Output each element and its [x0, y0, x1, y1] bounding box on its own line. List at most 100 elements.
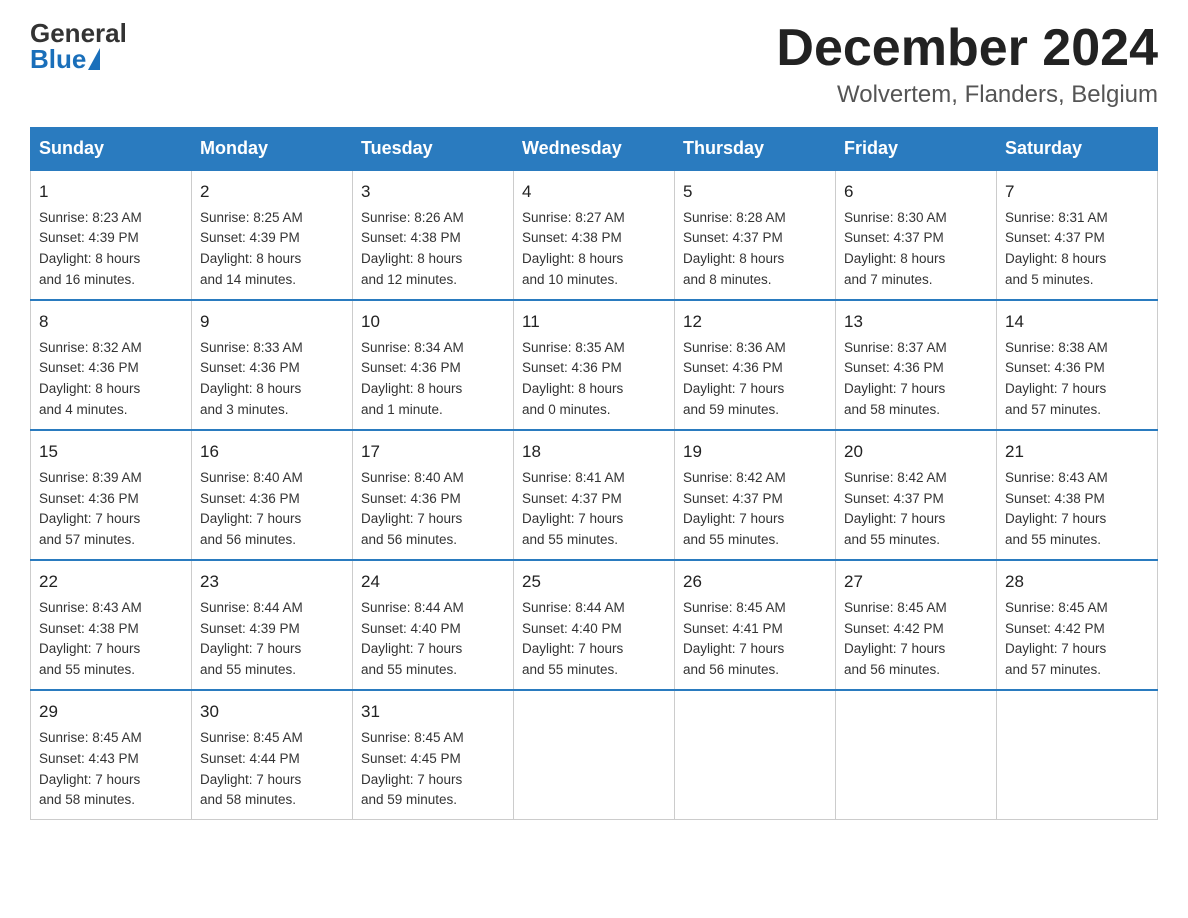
day-number: 14: [1005, 309, 1149, 335]
calendar-cell: 17 Sunrise: 8:40 AM Sunset: 4:36 PM Dayli…: [353, 430, 514, 560]
week-row: 8 Sunrise: 8:32 AM Sunset: 4:36 PM Daylig…: [31, 300, 1158, 430]
calendar-cell: 12 Sunrise: 8:36 AM Sunset: 4:36 PM Dayli…: [675, 300, 836, 430]
day-number: 25: [522, 569, 666, 595]
day-number: 15: [39, 439, 183, 465]
day-info: Sunrise: 8:44 AM Sunset: 4:40 PM Dayligh…: [522, 598, 666, 682]
day-number: 17: [361, 439, 505, 465]
day-number: 28: [1005, 569, 1149, 595]
day-info: Sunrise: 8:37 AM Sunset: 4:36 PM Dayligh…: [844, 338, 988, 422]
calendar-cell: 24Sunrise: 8:44 AM Sunset: 4:40 PM Dayli…: [353, 560, 514, 690]
calendar-cell: 8 Sunrise: 8:32 AM Sunset: 4:36 PM Daylig…: [31, 300, 192, 430]
day-number: 16: [200, 439, 344, 465]
month-title: December 2024: [776, 20, 1158, 77]
calendar-cell: 26Sunrise: 8:45 AM Sunset: 4:41 PM Dayli…: [675, 560, 836, 690]
day-number: 19: [683, 439, 827, 465]
week-row: 1 Sunrise: 8:23 AM Sunset: 4:39 PM Daylig…: [31, 170, 1158, 300]
header-cell-wednesday: Wednesday: [514, 128, 675, 171]
calendar-cell: 16 Sunrise: 8:40 AM Sunset: 4:36 PM Dayli…: [192, 430, 353, 560]
day-info: Sunrise: 8:43 AM Sunset: 4:38 PM Dayligh…: [39, 598, 183, 682]
location-title: Wolvertem, Flanders, Belgium: [776, 81, 1158, 109]
calendar-cell: 13 Sunrise: 8:37 AM Sunset: 4:36 PM Dayli…: [836, 300, 997, 430]
calendar-cell: 7Sunrise: 8:31 AM Sunset: 4:37 PM Daylig…: [997, 170, 1158, 300]
day-info: Sunrise: 8:45 AM Sunset: 4:42 PM Dayligh…: [1005, 598, 1149, 682]
calendar-cell: [514, 690, 675, 820]
day-info: Sunrise: 8:38 AM Sunset: 4:36 PM Dayligh…: [1005, 338, 1149, 422]
day-info: Sunrise: 8:39 AM Sunset: 4:36 PM Dayligh…: [39, 468, 183, 552]
day-number: 18: [522, 439, 666, 465]
week-row: 29Sunrise: 8:45 AM Sunset: 4:43 PM Dayli…: [31, 690, 1158, 820]
header-cell-saturday: Saturday: [997, 128, 1158, 171]
header-cell-thursday: Thursday: [675, 128, 836, 171]
calendar-cell: 15 Sunrise: 8:39 AM Sunset: 4:36 PM Dayli…: [31, 430, 192, 560]
day-number: 7: [1005, 179, 1149, 205]
day-number: 3: [361, 179, 505, 205]
calendar-cell: 28 Sunrise: 8:45 AM Sunset: 4:42 PM Dayli…: [997, 560, 1158, 690]
calendar-cell: [997, 690, 1158, 820]
calendar-cell: 14 Sunrise: 8:38 AM Sunset: 4:36 PM Dayli…: [997, 300, 1158, 430]
calendar-cell: 25 Sunrise: 8:44 AM Sunset: 4:40 PM Dayli…: [514, 560, 675, 690]
day-number: 9: [200, 309, 344, 335]
header-row: SundayMondayTuesdayWednesdayThursdayFrid…: [31, 128, 1158, 171]
calendar-cell: [836, 690, 997, 820]
day-number: 2: [200, 179, 344, 205]
day-info: Sunrise: 8:41 AM Sunset: 4:37 PM Dayligh…: [522, 468, 666, 552]
day-info: Sunrise: 8:42 AM Sunset: 4:37 PM Dayligh…: [844, 468, 988, 552]
header-cell-monday: Monday: [192, 128, 353, 171]
day-number: 30: [200, 699, 344, 725]
logo-triangle-icon: [88, 48, 100, 70]
day-info: Sunrise: 8:25 AM Sunset: 4:39 PM Dayligh…: [200, 208, 344, 292]
calendar-cell: 11Sunrise: 8:35 AM Sunset: 4:36 PM Dayli…: [514, 300, 675, 430]
title-area: December 2024 Wolvertem, Flanders, Belgi…: [776, 20, 1158, 109]
calendar-cell: 30 Sunrise: 8:45 AM Sunset: 4:44 PM Dayli…: [192, 690, 353, 820]
calendar-cell: 22Sunrise: 8:43 AM Sunset: 4:38 PM Dayli…: [31, 560, 192, 690]
day-number: 1: [39, 179, 183, 205]
day-number: 8: [39, 309, 183, 335]
day-info: Sunrise: 8:45 AM Sunset: 4:45 PM Dayligh…: [361, 728, 505, 812]
calendar-cell: 31Sunrise: 8:45 AM Sunset: 4:45 PM Dayli…: [353, 690, 514, 820]
calendar-body: 1 Sunrise: 8:23 AM Sunset: 4:39 PM Daylig…: [31, 170, 1158, 820]
week-row: 22Sunrise: 8:43 AM Sunset: 4:38 PM Dayli…: [31, 560, 1158, 690]
day-info: Sunrise: 8:32 AM Sunset: 4:36 PM Dayligh…: [39, 338, 183, 422]
calendar-cell: 9 Sunrise: 8:33 AM Sunset: 4:36 PM Daylig…: [192, 300, 353, 430]
calendar-cell: 1 Sunrise: 8:23 AM Sunset: 4:39 PM Daylig…: [31, 170, 192, 300]
day-number: 10: [361, 309, 505, 335]
calendar-cell: 19Sunrise: 8:42 AM Sunset: 4:37 PM Dayli…: [675, 430, 836, 560]
day-number: 29: [39, 699, 183, 725]
day-info: Sunrise: 8:33 AM Sunset: 4:36 PM Dayligh…: [200, 338, 344, 422]
calendar-cell: 4Sunrise: 8:27 AM Sunset: 4:38 PM Daylig…: [514, 170, 675, 300]
day-info: Sunrise: 8:43 AM Sunset: 4:38 PM Dayligh…: [1005, 468, 1149, 552]
header-cell-friday: Friday: [836, 128, 997, 171]
day-number: 21: [1005, 439, 1149, 465]
calendar-cell: 6 Sunrise: 8:30 AM Sunset: 4:37 PM Daylig…: [836, 170, 997, 300]
day-info: Sunrise: 8:40 AM Sunset: 4:36 PM Dayligh…: [361, 468, 505, 552]
calendar-cell: 20Sunrise: 8:42 AM Sunset: 4:37 PM Dayli…: [836, 430, 997, 560]
day-info: Sunrise: 8:45 AM Sunset: 4:42 PM Dayligh…: [844, 598, 988, 682]
week-row: 15 Sunrise: 8:39 AM Sunset: 4:36 PM Dayli…: [31, 430, 1158, 560]
day-number: 4: [522, 179, 666, 205]
day-info: Sunrise: 8:45 AM Sunset: 4:44 PM Dayligh…: [200, 728, 344, 812]
day-number: 12: [683, 309, 827, 335]
day-info: Sunrise: 8:26 AM Sunset: 4:38 PM Dayligh…: [361, 208, 505, 292]
day-info: Sunrise: 8:45 AM Sunset: 4:41 PM Dayligh…: [683, 598, 827, 682]
calendar-cell: 3 Sunrise: 8:26 AM Sunset: 4:38 PM Daylig…: [353, 170, 514, 300]
page-header: General Blue December 2024 Wolvertem, Fl…: [30, 20, 1158, 109]
day-number: 27: [844, 569, 988, 595]
calendar-cell: 2 Sunrise: 8:25 AM Sunset: 4:39 PM Daylig…: [192, 170, 353, 300]
day-number: 13: [844, 309, 988, 335]
day-info: Sunrise: 8:40 AM Sunset: 4:36 PM Dayligh…: [200, 468, 344, 552]
day-info: Sunrise: 8:34 AM Sunset: 4:36 PM Dayligh…: [361, 338, 505, 422]
calendar-cell: [675, 690, 836, 820]
logo-blue-text: Blue: [30, 46, 100, 72]
calendar-cell: 23Sunrise: 8:44 AM Sunset: 4:39 PM Dayli…: [192, 560, 353, 690]
day-number: 6: [844, 179, 988, 205]
day-info: Sunrise: 8:30 AM Sunset: 4:37 PM Dayligh…: [844, 208, 988, 292]
day-info: Sunrise: 8:23 AM Sunset: 4:39 PM Dayligh…: [39, 208, 183, 292]
logo-general-text: General: [30, 20, 127, 46]
header-cell-sunday: Sunday: [31, 128, 192, 171]
day-info: Sunrise: 8:36 AM Sunset: 4:36 PM Dayligh…: [683, 338, 827, 422]
day-info: Sunrise: 8:35 AM Sunset: 4:36 PM Dayligh…: [522, 338, 666, 422]
calendar-cell: 5Sunrise: 8:28 AM Sunset: 4:37 PM Daylig…: [675, 170, 836, 300]
logo: General Blue: [30, 20, 127, 72]
header-cell-tuesday: Tuesday: [353, 128, 514, 171]
day-number: 24: [361, 569, 505, 595]
